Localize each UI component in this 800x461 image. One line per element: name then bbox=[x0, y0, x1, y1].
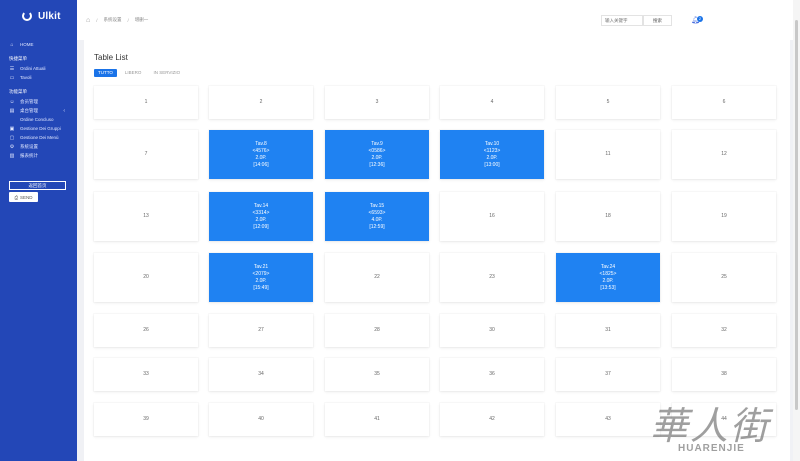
table-card[interactable]: Tav.24 <1825> 2.0P. [13:53] bbox=[556, 253, 660, 302]
tab-in-servizio[interactable]: IN SERVIZIO bbox=[149, 69, 184, 77]
table-card[interactable]: 33 bbox=[94, 358, 198, 391]
grid-icon: ▤ bbox=[9, 107, 15, 114]
menu-icon: ☰ bbox=[9, 65, 15, 72]
home-button[interactable]: 返回首页 bbox=[9, 181, 66, 190]
logo-icon bbox=[22, 11, 32, 21]
notification-badge: 2 bbox=[697, 16, 703, 22]
table-card[interactable]: 27 bbox=[209, 314, 313, 347]
breadcrumb-separator: / bbox=[127, 17, 129, 23]
sidebar-item-gruppi[interactable]: ▣ Gestione Dei Gruppi bbox=[0, 124, 77, 133]
sidebar-item-members[interactable]: ☺ 会员管理 bbox=[0, 97, 77, 106]
scrollbar[interactable] bbox=[793, 0, 800, 461]
users-icon: ☺ bbox=[9, 98, 15, 105]
table-card[interactable]: 40 bbox=[209, 403, 313, 436]
table-card[interactable]: 44 bbox=[672, 403, 776, 436]
table-card[interactable]: 1 bbox=[94, 86, 198, 119]
table-card[interactable]: Tav.14 <3314> 2.0P. [12:09] bbox=[209, 192, 313, 241]
tab-tutto[interactable]: TUTTO bbox=[94, 69, 117, 77]
sidebar-item-label: Tavoli bbox=[20, 75, 32, 80]
sidebar-item-label: 系统设置 bbox=[20, 143, 38, 149]
home-icon[interactable]: ⌂ bbox=[86, 17, 90, 24]
table-card[interactable]: 26 bbox=[94, 314, 198, 347]
sidebar: Ulkit ⌂ HOME 快捷菜单 ☰ Ordini Attuali ▭ Tav… bbox=[0, 0, 77, 461]
printer-icon: ⎙ bbox=[14, 194, 19, 200]
breadcrumb-item[interactable]: 系统设置 bbox=[104, 17, 122, 23]
home-icon: ⌂ bbox=[10, 41, 14, 48]
table-card[interactable]: 42 bbox=[440, 403, 544, 436]
main-panel: Table List TUTTO LIBERO IN SERVIZIO 1234… bbox=[84, 40, 790, 461]
scroll-thumb[interactable] bbox=[795, 20, 798, 410]
sidebar-item-ordini-attuali[interactable]: ☰ Ordini Attuali bbox=[0, 64, 77, 73]
table-card[interactable]: 30 bbox=[440, 314, 544, 347]
table-card[interactable]: 35 bbox=[325, 358, 429, 391]
table-card[interactable]: 32 bbox=[672, 314, 776, 347]
table-card[interactable]: 41 bbox=[325, 403, 429, 436]
table-card[interactable]: 34 bbox=[209, 358, 313, 391]
breadcrumb-item: 增删一 bbox=[134, 17, 149, 22]
table-card[interactable]: 25 bbox=[672, 253, 776, 302]
table-card[interactable]: 18 bbox=[556, 192, 660, 241]
table-card[interactable]: 5 bbox=[556, 86, 660, 119]
table-icon: ▭ bbox=[9, 74, 15, 81]
table-card[interactable]: 37 bbox=[556, 358, 660, 391]
table-card[interactable]: 13 bbox=[94, 192, 198, 241]
table-card[interactable]: 6 bbox=[672, 86, 776, 119]
table-card[interactable]: Tav.9 <0586> 2.0P. [12:36] bbox=[325, 130, 429, 179]
table-card[interactable]: 12 bbox=[672, 130, 776, 179]
table-card[interactable]: Tav.8 <4576> 2.0P. [14:06] bbox=[209, 130, 313, 179]
folder-icon: ▣ bbox=[9, 125, 15, 132]
sidebar-item-label: 会员管理 bbox=[20, 98, 38, 104]
table-card[interactable]: 2 bbox=[209, 86, 313, 119]
chart-icon: ▥ bbox=[9, 152, 15, 159]
sidebar-item-label: 报表统计 bbox=[20, 152, 38, 158]
sidebar-item-ordine-concluso[interactable]: Ordine Concluso bbox=[0, 115, 77, 124]
search-input[interactable] bbox=[601, 15, 643, 26]
sidebar-item-settings[interactable]: ⚙ 系统设置 bbox=[0, 142, 77, 151]
chevron-left-icon: ‹ bbox=[63, 107, 65, 114]
brand-name: Ulkit bbox=[38, 10, 61, 22]
table-card[interactable]: 43 bbox=[556, 403, 660, 436]
sidebar-item-label: Ordine Concluso bbox=[20, 117, 54, 122]
brand[interactable]: Ulkit bbox=[0, 0, 77, 32]
gear-icon: ⚙ bbox=[9, 143, 15, 150]
sidebar-item-tables[interactable]: ▤ 桌台管理 ‹ bbox=[0, 106, 77, 115]
table-card[interactable]: Tav.10 <1123> 2.0P. [13:00] bbox=[440, 130, 544, 179]
sidebar-item-label: Ordini Attuali bbox=[20, 66, 46, 71]
breadcrumb: ⌂ / 系统设置 / 增删一 bbox=[77, 17, 148, 24]
breadcrumb-separator: / bbox=[96, 17, 98, 23]
table-card[interactable]: 38 bbox=[672, 358, 776, 391]
table-card[interactable]: 31 bbox=[556, 314, 660, 347]
sidebar-item-label: Gestione Dei Gruppi bbox=[20, 126, 61, 131]
table-card[interactable]: Tav.15 <6593> 4.0P. [12:59] bbox=[325, 192, 429, 241]
sidebar-item-label: 桌台管理 bbox=[20, 107, 38, 113]
filter-tabs: TUTTO LIBERO IN SERVIZIO bbox=[94, 69, 184, 77]
sidebar-item-tavoli[interactable]: ▭ Tavoli bbox=[0, 73, 77, 82]
sidebar-section-title: 快捷菜单 bbox=[9, 56, 27, 61]
table-card[interactable]: 39 bbox=[94, 403, 198, 436]
table-card[interactable]: 3 bbox=[325, 86, 429, 119]
search-button[interactable]: 搜索 bbox=[643, 15, 672, 26]
table-card[interactable]: 23 bbox=[440, 253, 544, 302]
send-button[interactable]: ⎙ SEND bbox=[9, 192, 38, 202]
send-label: SEND bbox=[20, 194, 33, 200]
tab-libero[interactable]: LIBERO bbox=[121, 69, 146, 77]
sidebar-item-label: HOME bbox=[20, 42, 34, 47]
table-card[interactable]: 19 bbox=[672, 192, 776, 241]
table-card[interactable]: 22 bbox=[325, 253, 429, 302]
sidebar-item-reports[interactable]: ▥ 报表统计 bbox=[0, 151, 77, 160]
table-card[interactable]: 36 bbox=[440, 358, 544, 391]
table-card[interactable]: 4 bbox=[440, 86, 544, 119]
document-icon: ▢ bbox=[9, 134, 15, 141]
sidebar-item-label: Gestione Dei Menù bbox=[20, 135, 59, 140]
table-card[interactable]: 11 bbox=[556, 130, 660, 179]
sidebar-section-title: 功能菜单 bbox=[9, 89, 27, 94]
table-card[interactable]: 7 bbox=[94, 130, 198, 179]
page-title: Table List bbox=[94, 53, 128, 62]
table-card[interactable]: 20 bbox=[94, 253, 198, 302]
sidebar-item-home[interactable]: ⌂ HOME bbox=[0, 40, 77, 49]
sidebar-item-menu[interactable]: ▢ Gestione Dei Menù bbox=[0, 133, 77, 142]
table-card[interactable]: 28 bbox=[325, 314, 429, 347]
table-card[interactable]: 16 bbox=[440, 192, 544, 241]
table-card[interactable]: Tav.21 <2079> 2.0P. [15:49] bbox=[209, 253, 313, 302]
